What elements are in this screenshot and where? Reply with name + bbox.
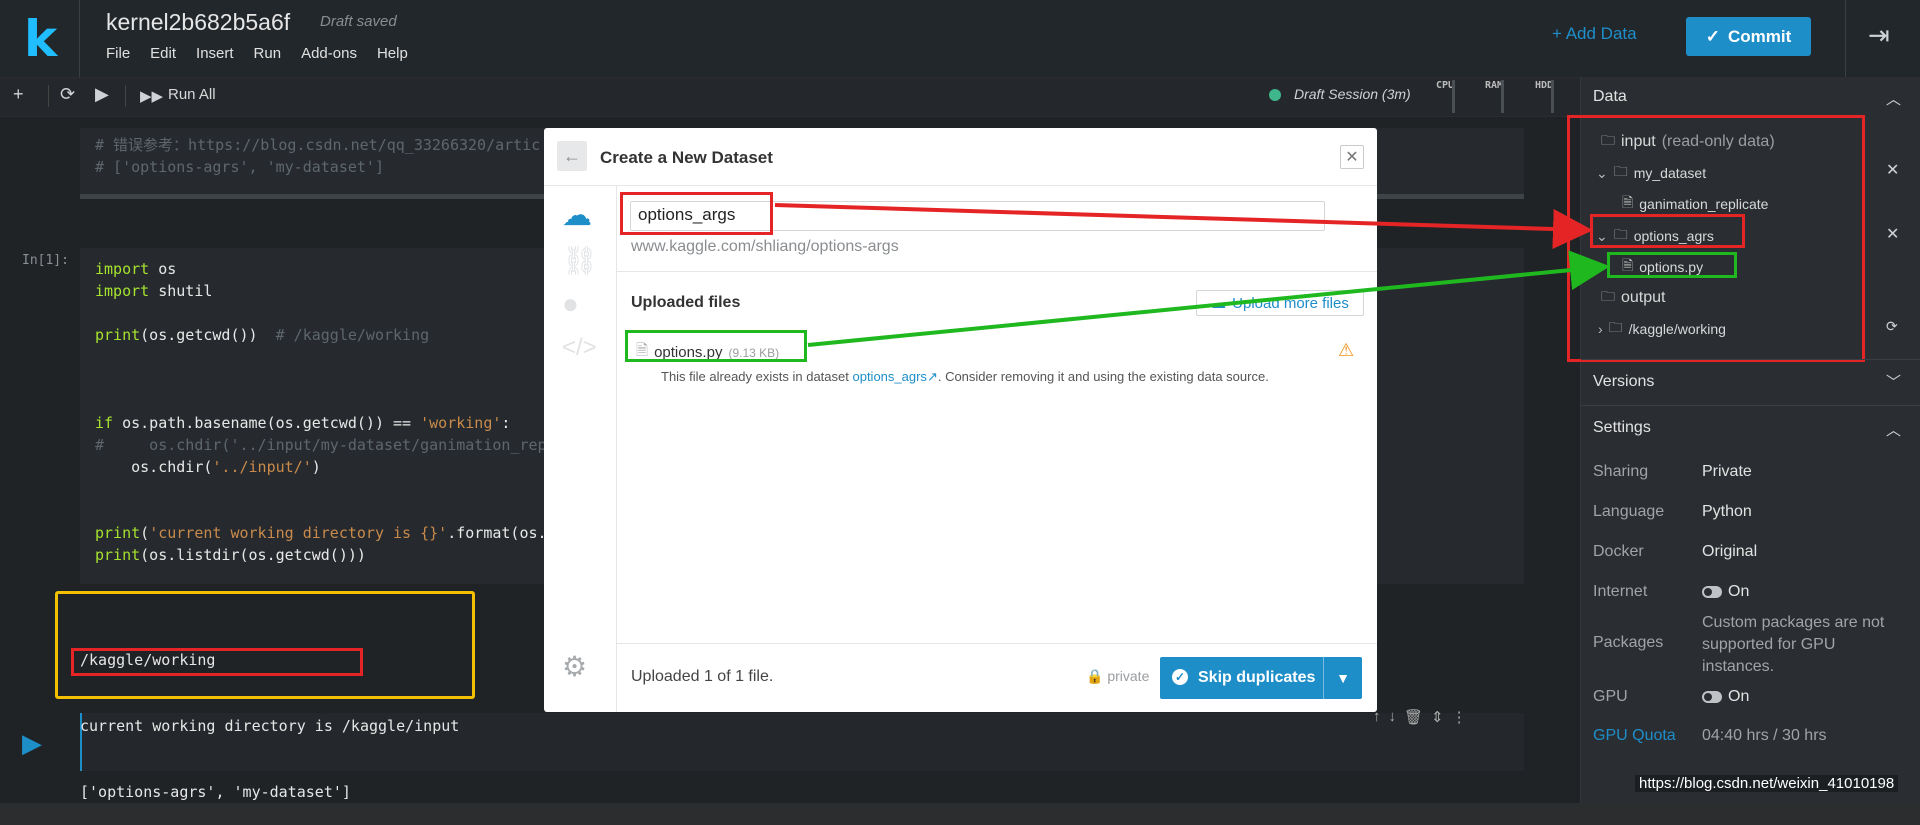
green-arrow — [807, 250, 1610, 347]
red-arrow — [774, 203, 1593, 250]
annotation-arrows — [774, 203, 1610, 347]
